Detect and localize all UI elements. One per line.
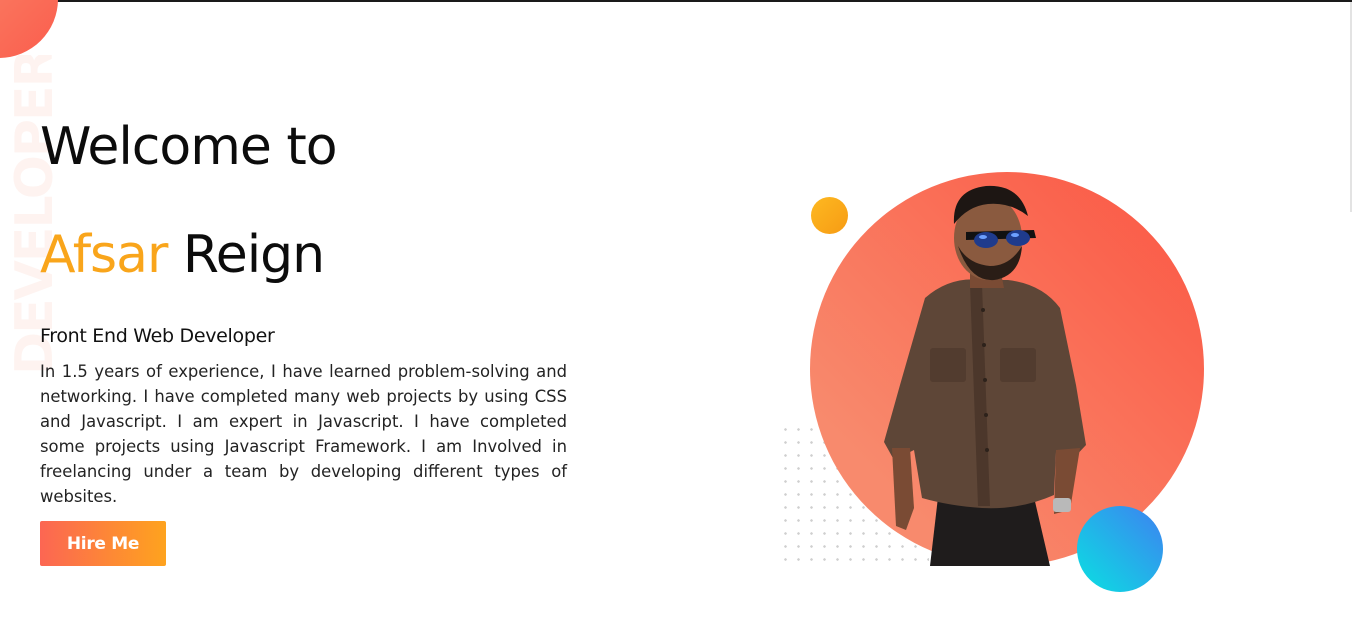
corner-decoration-circle <box>0 0 58 58</box>
name-heading: Afsar Reign <box>40 220 570 290</box>
bio-paragraph: In 1.5 years of experience, I have learn… <box>40 362 567 506</box>
role-title: Front End Web Developer <box>40 325 275 347</box>
first-name: Afsar <box>40 225 168 285</box>
portrait-image <box>884 185 1086 566</box>
yellow-decoration-circle <box>811 197 848 234</box>
top-border <box>0 0 1352 2</box>
page: DEVELOPER Welcome to Afsar Reign Front E… <box>0 0 1352 625</box>
hero-text-block: Welcome to Afsar Reign Front End Web Dev… <box>40 112 570 509</box>
last-name: Reign <box>182 225 325 285</box>
hire-me-button[interactable]: Hire Me <box>40 521 166 566</box>
welcome-heading: Welcome to <box>40 117 338 177</box>
blue-decoration-circle <box>1077 506 1163 592</box>
